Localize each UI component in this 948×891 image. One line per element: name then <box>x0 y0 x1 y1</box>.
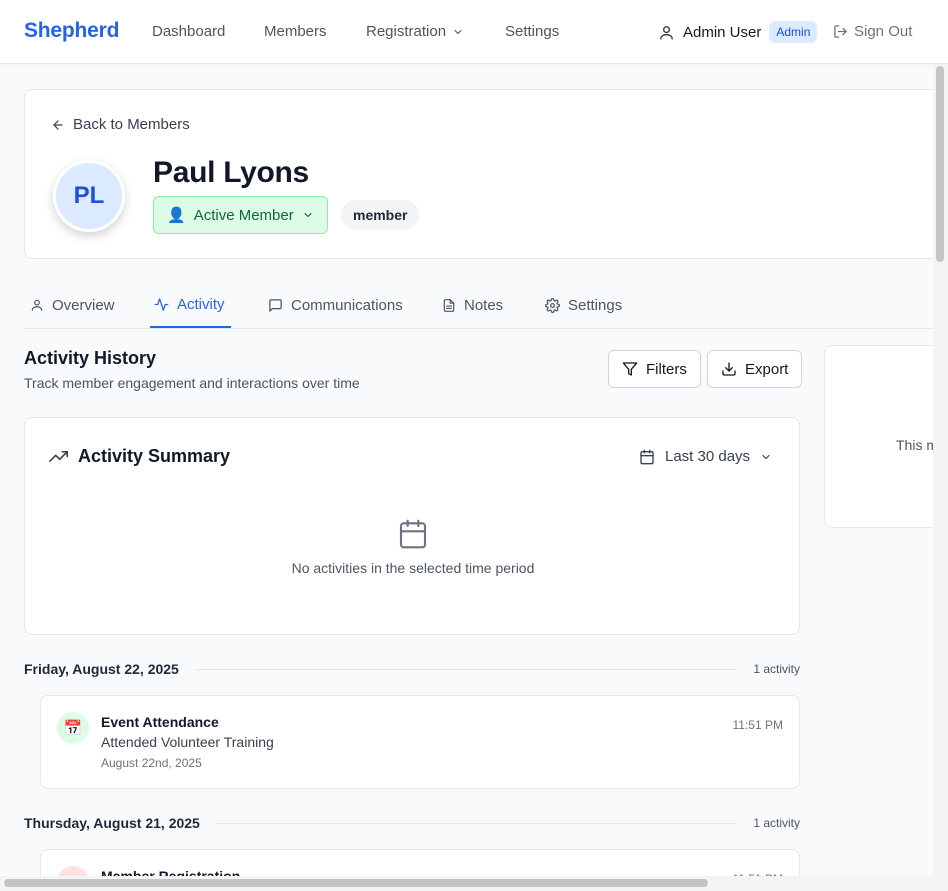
user-name: Admin User <box>683 23 762 41</box>
person-emoji-icon: 👤 <box>167 207 186 224</box>
chevron-down-icon <box>760 451 772 463</box>
tab-activity[interactable]: Activity <box>150 282 231 328</box>
activity-summary-heading: Activity Summary <box>49 446 230 467</box>
nav-registration-label: Registration <box>366 23 447 40</box>
filters-label: Filters <box>646 360 687 378</box>
horizontal-scrollbar[interactable] <box>0 876 933 891</box>
activity-summary-card: Activity Summary Last 30 days No activit… <box>24 417 800 635</box>
nav-dashboard[interactable]: Dashboard <box>152 23 225 40</box>
filters-button[interactable]: Filters <box>608 350 701 388</box>
divider <box>194 668 738 670</box>
calendar-emoji-icon: 📅 <box>57 712 89 744</box>
nav-members[interactable]: Members <box>264 23 327 40</box>
member-header-card: Back to Members PL Paul Lyons 👤 Active M… <box>24 89 948 259</box>
back-to-members-link[interactable]: Back to Members <box>51 116 190 133</box>
tab-notes[interactable]: Notes <box>438 282 507 328</box>
date-range-label: Last 30 days <box>665 448 751 465</box>
gear-icon <box>545 297 560 313</box>
tab-settings[interactable]: Settings <box>541 282 626 328</box>
date-range-select[interactable]: Last 30 days <box>639 448 772 465</box>
tab-communications[interactable]: Communications <box>264 282 407 328</box>
activity-count: 1 activity <box>753 662 800 676</box>
member-name: Paul Lyons <box>153 156 309 189</box>
vertical-scrollbar[interactable] <box>933 64 948 891</box>
chevron-down-icon <box>452 26 464 38</box>
activity-count: 1 activity <box>753 816 800 830</box>
role-badge: member <box>341 200 420 230</box>
file-text-icon <box>442 298 456 313</box>
back-link-label: Back to Members <box>73 116 190 133</box>
tab-label: Communications <box>291 296 403 314</box>
download-icon <box>721 361 737 377</box>
member-status-dropdown[interactable]: 👤 Active Member <box>153 196 328 234</box>
nav-settings[interactable]: Settings <box>505 23 559 40</box>
calendar-icon <box>639 449 655 465</box>
activity-description: Attended Volunteer Training <box>101 734 274 750</box>
divider <box>215 822 738 824</box>
filter-icon <box>622 361 638 377</box>
empty-state-text: No activities in the selected time perio… <box>291 560 535 576</box>
activity-history-title: Activity History <box>24 348 157 368</box>
export-label: Export <box>745 360 789 378</box>
export-button[interactable]: Export <box>707 350 803 388</box>
tab-label: Overview <box>52 296 115 314</box>
top-navigation: Shepherd Dashboard Members Registration … <box>0 0 948 64</box>
brand-logo[interactable]: Shepherd <box>24 19 119 43</box>
side-panel-card: This m <box>824 345 948 528</box>
summary-title: Activity Summary <box>78 446 231 466</box>
nav-registration[interactable]: Registration <box>366 23 464 40</box>
date-group-header: Thursday, August 21, 2025 1 activity <box>24 813 800 833</box>
activity-time: 11:51 PM <box>732 718 783 732</box>
side-panel-text: This m <box>896 437 938 453</box>
user-icon <box>30 298 44 312</box>
member-tabs: Overview Activity Communications Notes S… <box>24 282 948 329</box>
activity-icon <box>154 297 169 312</box>
avatar: PL <box>53 160 125 232</box>
tab-overview[interactable]: Overview <box>26 282 119 328</box>
date-group-label: Thursday, August 21, 2025 <box>24 815 200 831</box>
activity-history-subtitle: Track member engagement and interactions… <box>24 375 360 391</box>
vertical-scrollbar-thumb[interactable] <box>936 66 944 262</box>
message-icon <box>268 298 283 313</box>
calendar-icon <box>397 518 429 550</box>
chevron-down-icon <box>302 209 314 221</box>
tab-label: Settings <box>568 296 623 314</box>
role-badge: Admin <box>769 21 818 43</box>
sign-out-label: Sign Out <box>854 23 913 40</box>
date-group-label: Friday, August 22, 2025 <box>24 661 179 677</box>
status-label: Active Member <box>193 206 294 224</box>
user-menu[interactable]: Admin User Admin <box>658 19 818 45</box>
trending-up-icon <box>49 447 68 466</box>
tab-label: Activity <box>177 295 225 313</box>
arrow-left-icon <box>51 118 65 132</box>
activity-item[interactable]: 📅 Event Attendance Attended Volunteer Tr… <box>40 695 800 789</box>
user-icon <box>658 24 675 41</box>
activity-date: August 22nd, 2025 <box>101 756 202 770</box>
tab-label: Notes <box>464 296 504 314</box>
activity-title: Event Attendance <box>101 714 219 730</box>
sign-out-button[interactable]: Sign Out <box>833 23 912 40</box>
date-group-header: Friday, August 22, 2025 1 activity <box>24 659 800 679</box>
log-out-icon <box>833 24 848 39</box>
horizontal-scrollbar-thumb[interactable] <box>4 879 708 887</box>
